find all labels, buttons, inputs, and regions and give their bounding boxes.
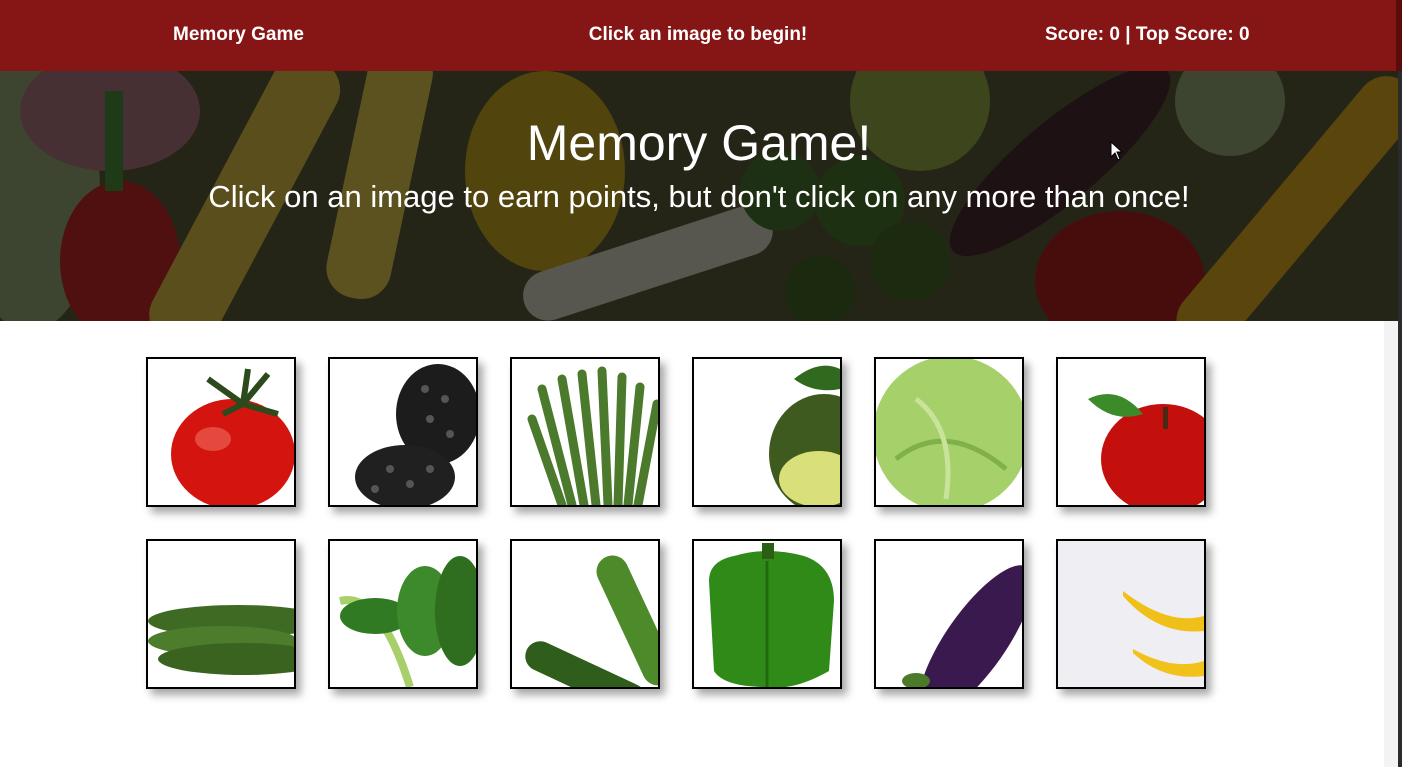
apple-image xyxy=(1088,394,1204,505)
blackberry-image xyxy=(355,364,476,505)
card-cabbage[interactable] xyxy=(874,357,1024,507)
avocado-image xyxy=(769,365,840,505)
card-eggplant[interactable] xyxy=(874,539,1024,689)
window-edge xyxy=(1398,71,1402,767)
card-cucumber[interactable] xyxy=(146,539,296,689)
window-edge xyxy=(1396,0,1402,71)
score-display: Score: 0 | Top Score: 0 xyxy=(1045,24,1250,45)
banana-image xyxy=(1058,541,1204,687)
card-banana[interactable] xyxy=(1056,539,1206,689)
card-bok-choy[interactable] xyxy=(328,539,478,689)
mouse-cursor-icon xyxy=(1110,141,1124,161)
green-pepper-image xyxy=(709,543,834,687)
card-tomato[interactable] xyxy=(146,357,296,507)
card-zucchini[interactable] xyxy=(510,539,660,689)
tomato-image xyxy=(171,368,294,505)
memory-game-page: Memory Game Click an image to begin! Sco… xyxy=(0,0,1402,767)
cabbage-image xyxy=(876,359,1022,505)
cucumber-image xyxy=(148,605,294,675)
card-asparagus[interactable] xyxy=(510,357,660,507)
eggplant-image xyxy=(902,565,1022,687)
card-blackberry[interactable] xyxy=(328,357,478,507)
bok-choy-image xyxy=(339,556,476,687)
card-grid xyxy=(0,321,1398,767)
scrollbar[interactable] xyxy=(1384,321,1398,767)
asparagus-image xyxy=(527,366,658,505)
hero-title: Memory Game! xyxy=(526,115,872,171)
card-green-pepper[interactable] xyxy=(692,539,842,689)
zucchini-image xyxy=(525,555,658,687)
hero-subtitle: Click on an image to earn points, but do… xyxy=(208,179,1190,214)
card-avocado[interactable] xyxy=(692,357,842,507)
navbar: Memory Game Click an image to begin! Sco… xyxy=(0,0,1396,71)
hero-banner: Memory Game! Click on an image to earn p… xyxy=(0,71,1398,321)
card-apple[interactable] xyxy=(1056,357,1206,507)
